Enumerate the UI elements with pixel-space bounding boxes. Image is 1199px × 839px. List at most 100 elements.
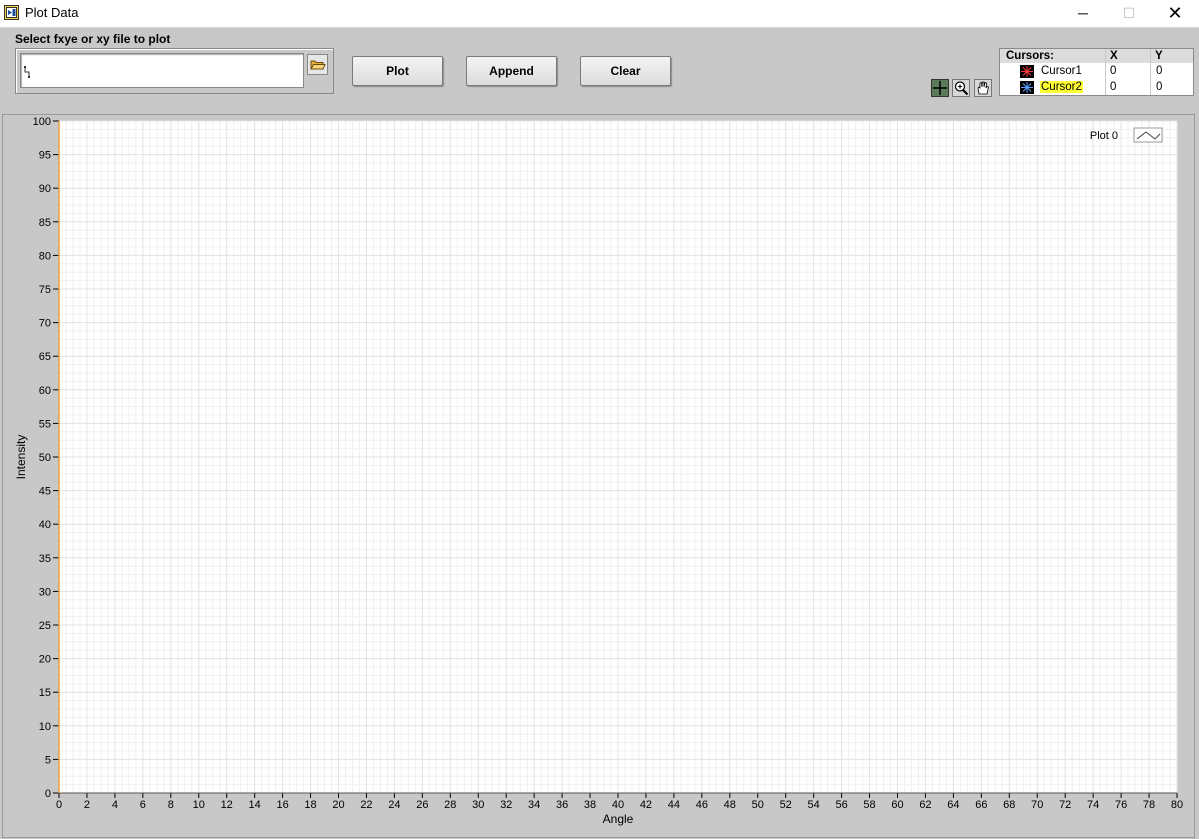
x-tick-label: 28	[444, 799, 456, 811]
x-tick-label: 66	[975, 799, 987, 811]
x-tick-label: 76	[1115, 799, 1127, 811]
x-tick-label: 4	[112, 799, 118, 811]
cursor-col-x: X	[1110, 50, 1118, 62]
x-tick-label: 14	[249, 799, 261, 811]
cursor-legend-header: Cursors: X Y	[1000, 49, 1193, 63]
append-button[interactable]: Append	[466, 56, 557, 86]
legend-series-name: Plot 0	[1090, 130, 1118, 142]
x-tick-label: 52	[780, 799, 792, 811]
maximize-icon: ☐	[1122, 5, 1136, 21]
front-panel: Select fxye or xy file to plot Plot Appe…	[0, 28, 1199, 839]
browse-button[interactable]	[307, 54, 328, 75]
x-tick-label: 12	[221, 799, 233, 811]
x-tick-label: 64	[947, 799, 959, 811]
x-tick-label: 8	[168, 799, 174, 811]
x-tick-label: 34	[528, 799, 540, 811]
x-tick-label: 70	[1031, 799, 1043, 811]
y-axis-ticks: 0 5 10 15 20 25 30 35 40 45 50 55 60 65 70 75 80 85 90 95 10…	[33, 116, 59, 800]
y-tick-label: 100	[33, 116, 51, 128]
cursor1-name: Cursor1	[1041, 65, 1082, 77]
file-path-input[interactable]	[20, 53, 304, 88]
x-tick-label: 22	[360, 799, 372, 811]
y-tick-label: 90	[39, 183, 51, 195]
cursor-row-2[interactable]: Cursor2 0 0	[1000, 80, 1193, 95]
cursors-heading: Cursors:	[1006, 50, 1054, 62]
x-tick-label: 54	[808, 799, 820, 811]
close-button[interactable]: ✕	[1152, 0, 1198, 27]
file-select-label: Select fxye or xy file to plot	[15, 32, 171, 46]
cursor2-y-value: 0	[1156, 81, 1163, 93]
cursor-tool-icon[interactable]	[931, 79, 949, 97]
x-tick-label: 62	[919, 799, 931, 811]
x-tick-label: 16	[276, 799, 288, 811]
y-tick-label: 60	[39, 385, 51, 397]
y-tick-label: 70	[39, 318, 51, 330]
x-axis-ticks: 0 2 4 6 8 10 12 14 16 18 20 22 24 26 28 30 32 34 36 38 40 42 4…	[56, 793, 1183, 811]
y-tick-label: 30	[39, 586, 51, 598]
window-title: Plot Data	[25, 5, 79, 20]
cursor1-x-value: 0	[1110, 65, 1117, 77]
cursor-col-y: Y	[1155, 50, 1163, 62]
y-tick-label: 65	[39, 351, 51, 363]
y-tick-label: 0	[45, 788, 51, 800]
y-tick-label: 80	[39, 250, 51, 262]
x-tick-label: 6	[140, 799, 146, 811]
cursor-row-1[interactable]: Cursor1 0 0	[1000, 64, 1193, 79]
cursor1-symbol-icon[interactable]	[1020, 65, 1034, 78]
y-tick-label: 75	[39, 284, 51, 296]
x-tick-label: 48	[724, 799, 736, 811]
y-tick-label: 45	[39, 486, 51, 498]
x-tick-label: 18	[304, 799, 316, 811]
labview-app-icon	[4, 5, 19, 20]
x-tick-label: 24	[388, 799, 400, 811]
x-tick-label: 80	[1171, 799, 1183, 811]
folder-open-icon	[310, 60, 326, 70]
x-tick-label: 30	[472, 799, 484, 811]
cursor2-x-value: 0	[1110, 81, 1117, 93]
y-tick-label: 40	[39, 519, 51, 531]
minimize-button[interactable]: ─	[1060, 0, 1106, 27]
title-bar: Plot Data ─ ☐ ✕	[0, 0, 1199, 28]
x-tick-label: 40	[612, 799, 624, 811]
path-icon	[24, 66, 30, 78]
x-tick-label: 78	[1143, 799, 1155, 811]
plot-button[interactable]: Plot	[352, 56, 443, 86]
y-tick-label: 25	[39, 620, 51, 632]
x-tick-label: 20	[332, 799, 344, 811]
x-tick-label: 32	[500, 799, 512, 811]
close-icon: ✕	[1167, 3, 1183, 23]
x-tick-label: 36	[556, 799, 568, 811]
y-axis-label: Intensity	[14, 435, 28, 480]
cursor1-y-value: 0	[1156, 65, 1163, 77]
zoom-tool-icon[interactable]	[952, 79, 970, 97]
y-tick-label: 85	[39, 217, 51, 229]
y-tick-label: 10	[39, 721, 51, 733]
cursor2-name: Cursor2	[1040, 81, 1083, 93]
maximize-button[interactable]: ☐	[1106, 0, 1152, 27]
cursor-legend: Cursors: X Y Cursor1 0 0 Cursor2 0 0	[999, 48, 1194, 96]
x-tick-label: 72	[1059, 799, 1071, 811]
x-tick-label: 58	[863, 799, 875, 811]
pan-hand-icon[interactable]	[974, 79, 992, 97]
y-tick-label: 55	[39, 418, 51, 430]
legend-swatch[interactable]	[1133, 127, 1163, 143]
x-tick-label: 44	[668, 799, 680, 811]
cursor2-symbol-icon[interactable]	[1020, 81, 1034, 94]
x-tick-label: 10	[193, 799, 205, 811]
y-tick-label: 15	[39, 687, 51, 699]
major-grid	[58, 120, 1178, 794]
graph-canvas[interactable]: 0510152025303540455055606570758085909510…	[3, 115, 1194, 837]
x-tick-label: 0	[56, 799, 62, 811]
x-tick-label: 42	[640, 799, 652, 811]
y-tick-label: 50	[39, 452, 51, 464]
x-tick-label: 56	[835, 799, 847, 811]
x-tick-label: 68	[1003, 799, 1015, 811]
x-tick-label: 38	[584, 799, 596, 811]
x-axis-label: Angle	[603, 812, 634, 826]
file-path-control	[15, 48, 334, 94]
x-tick-label: 26	[416, 799, 428, 811]
xy-graph: 0 5 10 15 20 25 30 35 40 45 50 55 60 65 70 75 80 85 90 95 10…	[2, 114, 1195, 838]
y-tick-label: 20	[39, 654, 51, 666]
clear-button[interactable]: Clear	[580, 56, 671, 86]
y-tick-label: 35	[39, 553, 51, 565]
